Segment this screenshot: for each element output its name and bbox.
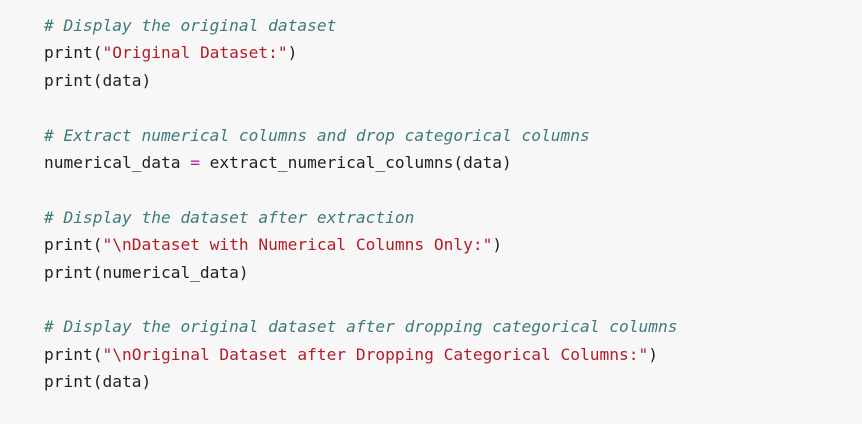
code-comment: # Display the dataset after extraction <box>44 207 415 227</box>
code-token: extract_numerical_columns(data) <box>199 152 512 172</box>
code-block: # Display the original dataset print("Or… <box>0 0 862 424</box>
code-token: print(data) <box>44 372 152 392</box>
code-token: print( <box>44 235 103 255</box>
assignment-operator: = <box>190 152 200 172</box>
code-line: print(data) <box>44 368 842 395</box>
code-comment: # Display the original dataset after dro… <box>44 317 678 337</box>
code-line: print("\nDataset with Numerical Columns … <box>44 231 842 258</box>
code-token: print( <box>44 43 103 63</box>
code-comment: # Display the original dataset <box>44 16 337 35</box>
code-line: numerical_data = extract_numerical_colum… <box>44 149 842 176</box>
code-token: ) <box>492 235 503 255</box>
code-token: ) <box>648 344 658 364</box>
code-line: # Display the original dataset <box>44 12 842 39</box>
code-line: print(data) <box>44 67 842 94</box>
code-string: "Original Dataset:" <box>102 43 288 63</box>
code-line: # Display the dataset after extraction <box>44 204 842 231</box>
code-line: # Display the original dataset after dro… <box>44 313 842 340</box>
code-token: print(data) <box>44 70 152 90</box>
code-token: print(numerical_data) <box>44 262 249 282</box>
code-token: numerical_data <box>44 152 191 172</box>
code-line: # Extract numerical columns and drop cat… <box>44 122 842 149</box>
code-line: print(numerical_data) <box>44 259 842 286</box>
code-string: "\nDataset with Numerical Columns Only:" <box>102 235 493 255</box>
code-comment: # Extract numerical columns and drop cat… <box>44 125 590 145</box>
code-token: ) <box>287 43 298 63</box>
code-token: print( <box>44 344 103 364</box>
code-line: print("Original Dataset:") <box>44 39 842 66</box>
code-string: "\nOriginal Dataset after Dropping Categ… <box>102 344 649 364</box>
code-line: print("\nOriginal Dataset after Dropping… <box>44 341 842 368</box>
